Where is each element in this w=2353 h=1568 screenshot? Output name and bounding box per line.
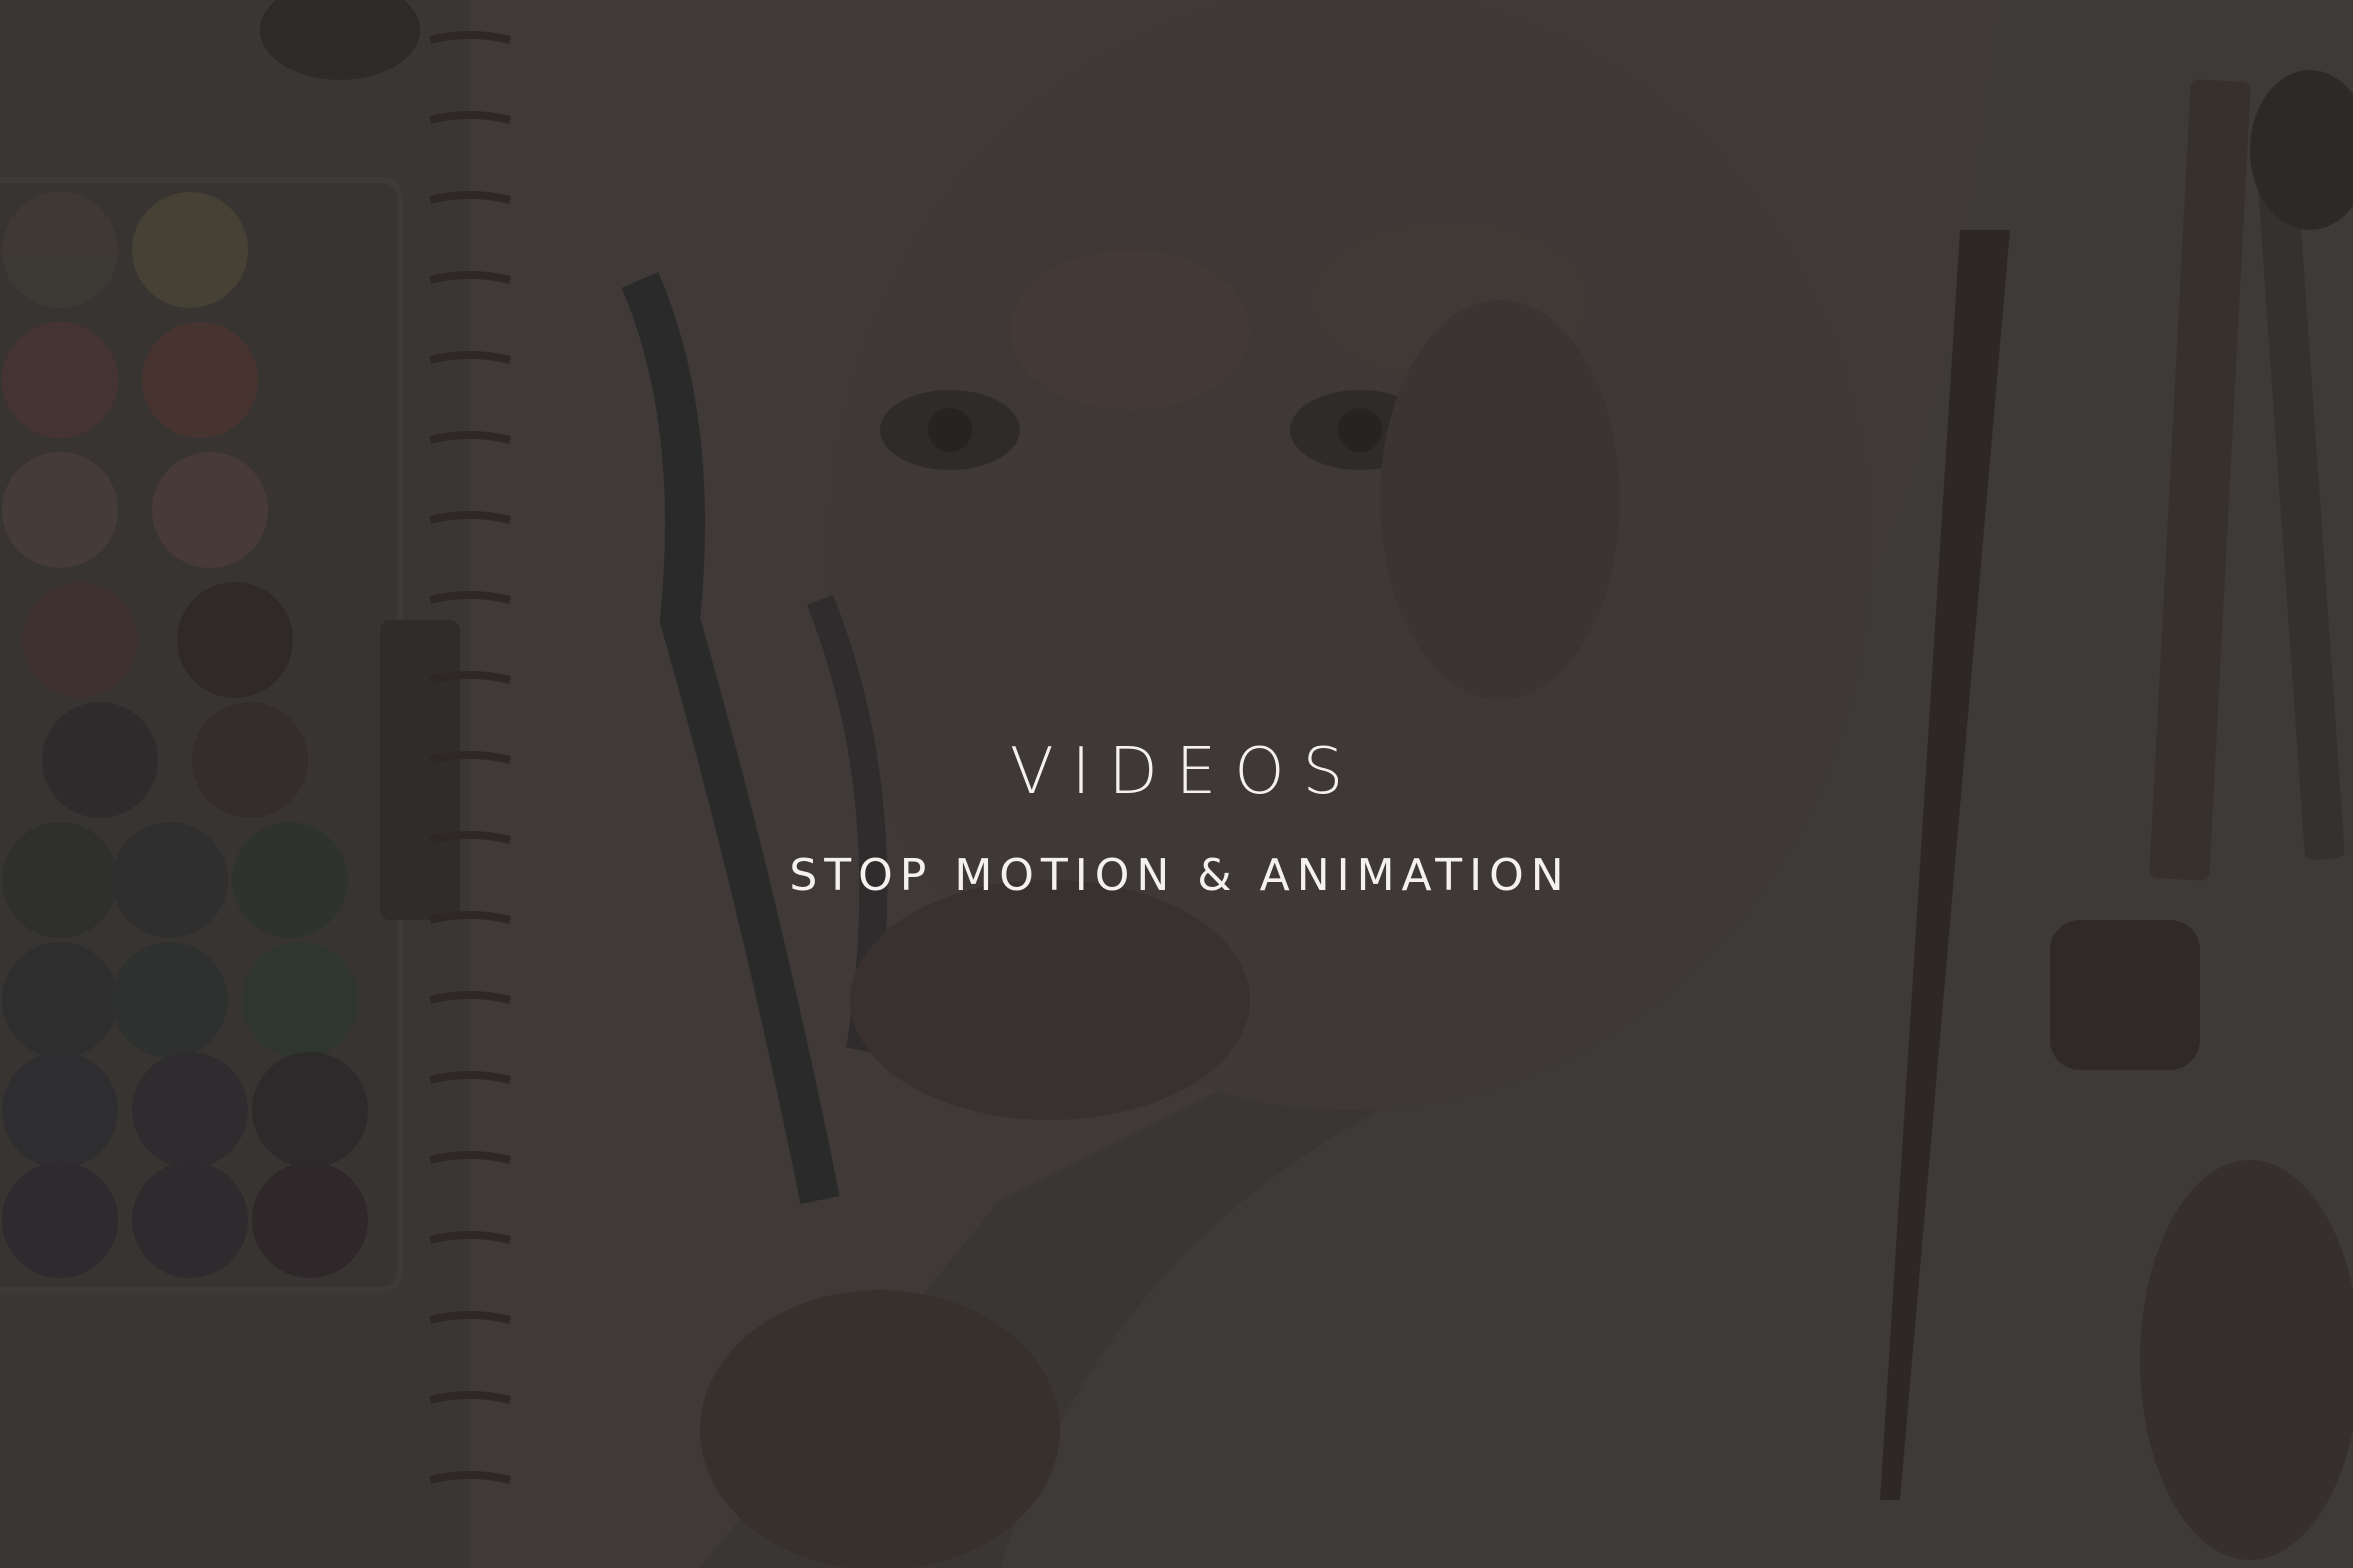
page-title: VIDEOS — [1009, 735, 1362, 809]
hero-text: VIDEOS STOP MOTION & ANIMATION — [0, 730, 2353, 906]
page-subtitle: STOP MOTION & ANIMATION — [789, 850, 1571, 901]
hero-banner[interactable]: VIDEOS STOP MOTION & ANIMATION — [0, 0, 2353, 1568]
